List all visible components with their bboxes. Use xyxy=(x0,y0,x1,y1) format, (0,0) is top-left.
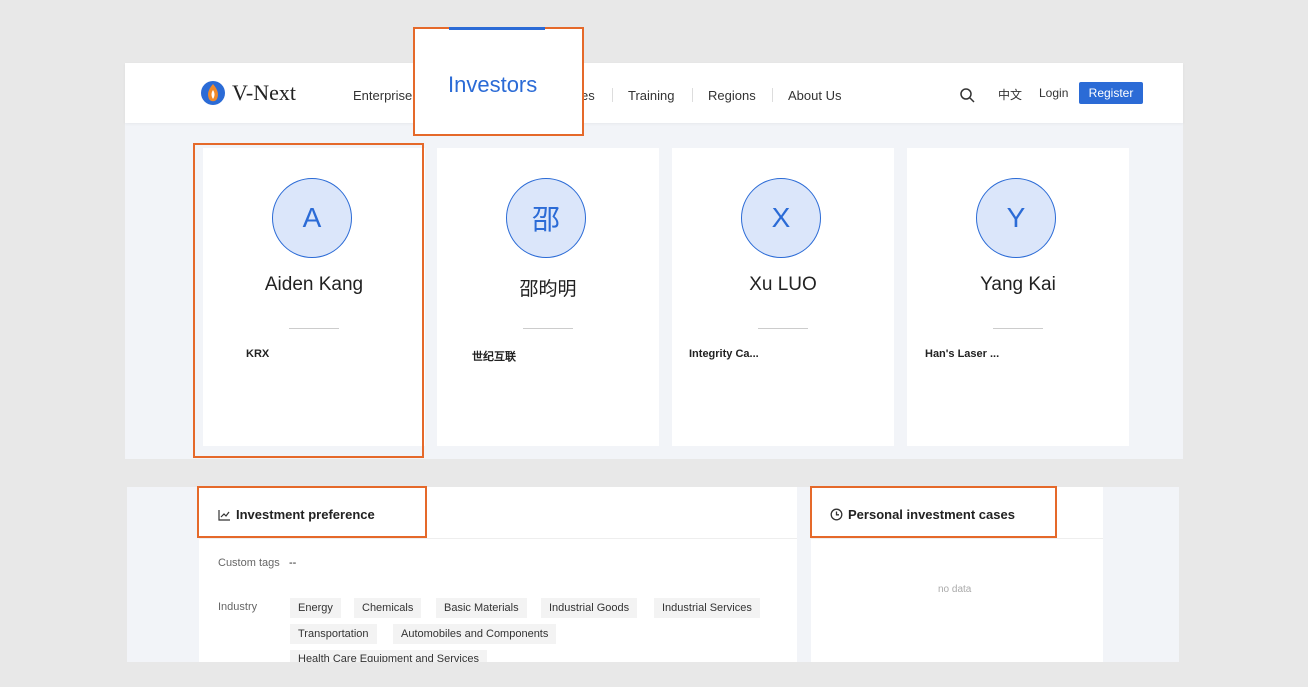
investor-card[interactable]: X Xu LUO Integrity Ca... xyxy=(672,148,894,446)
empty-state: no data xyxy=(938,584,972,595)
divider xyxy=(199,538,797,539)
investor-name: 邵昀明 xyxy=(519,279,577,300)
divider xyxy=(811,538,1103,539)
preference-title-highlight xyxy=(197,486,427,538)
avatar: Y xyxy=(976,178,1056,258)
industry-tag: Basic Materials xyxy=(436,598,527,618)
avatar: 邵 xyxy=(506,178,586,258)
search-icon[interactable] xyxy=(959,87,975,103)
industry-tag: Industrial Services xyxy=(654,598,760,618)
nav-divider xyxy=(692,88,693,102)
nav-regions[interactable]: Regions xyxy=(708,88,756,103)
nav-enterprise[interactable]: Enterprise xyxy=(353,88,412,103)
industry-tag: Transportation xyxy=(290,624,377,644)
cases-title-highlight xyxy=(810,486,1057,538)
nav-training[interactable]: Training xyxy=(628,88,674,103)
nav-investors[interactable]: Investors xyxy=(448,72,537,98)
nav-about-us[interactable]: About Us xyxy=(788,88,841,103)
active-tab-indicator xyxy=(449,27,545,30)
avatar: X xyxy=(741,178,821,258)
login-link[interactable]: Login xyxy=(1039,86,1068,100)
divider xyxy=(993,328,1043,329)
industry-tag: Health Care Equipment and Services xyxy=(290,650,487,662)
register-button[interactable]: Register xyxy=(1079,82,1143,104)
brand-name: V-Next xyxy=(232,80,296,105)
investor-org: Integrity Ca... xyxy=(689,348,759,360)
industry-tag: Chemicals xyxy=(354,598,422,618)
investor-name: Yang Kai xyxy=(980,274,1056,295)
industry-tag: Automobiles and Components xyxy=(393,624,557,644)
industry-label: Industry xyxy=(218,601,258,613)
divider xyxy=(758,328,808,329)
investor-org: 世纪互联 xyxy=(472,351,516,363)
industry-tag: Industrial Goods xyxy=(541,598,638,618)
custom-tags-label: Custom tags xyxy=(218,557,280,569)
divider xyxy=(523,328,573,329)
nav-divider xyxy=(612,88,613,102)
logo[interactable]: V-Next xyxy=(200,80,296,106)
industry-tag: Energy xyxy=(290,598,341,618)
investor-org: Han's Laser ... xyxy=(925,348,1000,360)
custom-tags-value: -- xyxy=(289,557,297,569)
investor-card[interactable]: Y Yang Kai Han's Laser ... xyxy=(907,148,1129,446)
investor-card[interactable]: 邵 邵昀明 世纪互联 xyxy=(437,148,659,446)
first-card-highlight xyxy=(193,143,424,458)
nav-divider xyxy=(772,88,773,102)
logo-mark-icon xyxy=(201,81,225,105)
language-toggle[interactable]: 中文 xyxy=(998,86,1022,103)
investor-name: Xu LUO xyxy=(749,274,817,295)
